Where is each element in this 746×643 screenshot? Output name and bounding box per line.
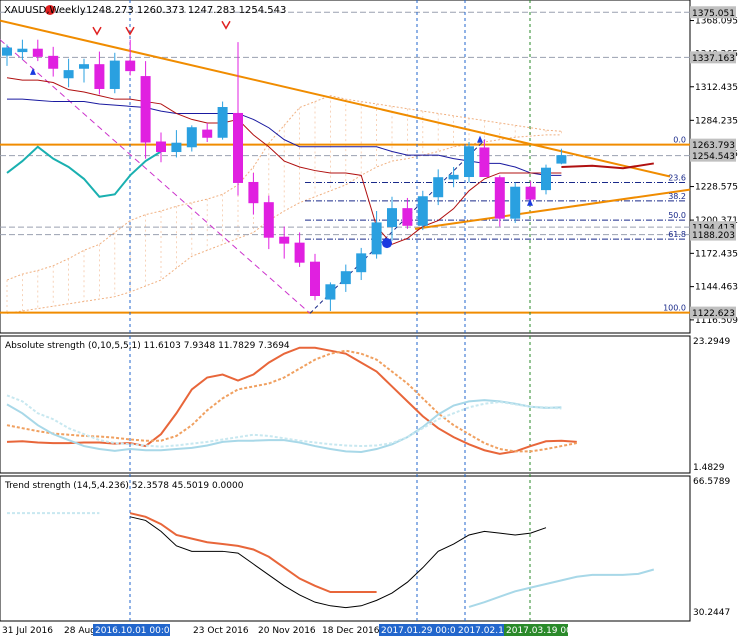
price-axis-tick: 1144.463 (695, 283, 738, 293)
price-axis-tick: 1312.435 (695, 83, 738, 93)
candle-body (63, 70, 74, 79)
price-label: 1375.051 (692, 9, 735, 19)
x-tick-6: 2017.01.29 00:00 (381, 626, 462, 636)
trend-strength-panel-frame (0, 475, 691, 622)
fib-level-label: 38.2 (668, 192, 686, 201)
x-tick-2: 2016.10.01 00:00 (95, 626, 176, 636)
absolute-strength-title: Absolute strength (0,10,5,5,1) 11.6103 7… (5, 341, 290, 351)
price-label: 1337.163 (692, 54, 735, 64)
candle-body (417, 196, 428, 226)
candle-body (510, 186, 521, 219)
candle-body (494, 177, 505, 219)
fib-level-label: 50.0 (668, 211, 686, 220)
price-axis-tick: 1172.435 (695, 249, 738, 259)
time-axis: 31 Jul 2016 28 Aug 2016 2016.10.01 00:00… (2, 624, 587, 636)
ohlc-readout: 1248.273 1260.373 1247.283 1254.543 (86, 5, 286, 16)
candle-body (371, 222, 382, 255)
price-axis-tick: 1228.575 (695, 183, 738, 193)
candle-body (479, 147, 490, 178)
candle-body (448, 174, 459, 180)
candle-body (279, 236, 290, 244)
candle-body (310, 261, 320, 296)
candle-body (156, 141, 166, 153)
candle-body (525, 186, 536, 200)
price-labels: 1375.0511337.1631263.7931254.5431194.413… (690, 6, 736, 319)
trend-axis-top: 66.5789 (693, 477, 730, 487)
price-label: 1263.793 (692, 141, 735, 151)
candle-body (556, 155, 567, 164)
candle-body (202, 129, 213, 138)
candle-body (79, 64, 89, 69)
fib-level-label: 0.0 (673, 136, 686, 145)
chart-window: XAUUSD,Weekly 1248.273 1260.373 1247.283… (0, 0, 746, 639)
candle-body (464, 146, 474, 178)
candle-body (109, 60, 120, 89)
candle-body (356, 253, 367, 273)
candle-body (433, 177, 444, 198)
abs-axis-bottom: 1.4829 (693, 463, 725, 473)
candle-body (17, 48, 28, 53)
candle-body (233, 112, 243, 183)
fib-level-label: 61.8 (668, 230, 686, 239)
candle-body (125, 60, 136, 72)
trend-strength-title: Trend strength (14,5,4.236) 52.3578 45.5… (4, 481, 244, 491)
x-tick-8: 2017.03.19 00:00 (506, 626, 587, 636)
x-tick-3: 23 Oct 2016 (193, 626, 249, 636)
price-label: 1254.543 (692, 152, 735, 162)
candle-body (402, 208, 413, 226)
candle-body (94, 64, 105, 89)
candle-body (248, 181, 259, 204)
candle-body (294, 242, 305, 263)
candle-body (263, 202, 274, 238)
candle-body (340, 271, 351, 285)
symbol-label: XAUUSD,Weekly (4, 5, 86, 16)
fib-level-label: 23.6 (668, 173, 686, 182)
candle-body (32, 48, 43, 57)
candle-body (387, 208, 397, 227)
x-tick-4: 20 Nov 2016 (258, 626, 316, 636)
chart-canvas[interactable]: XAUUSD,Weekly 1248.273 1260.373 1247.283… (0, 0, 746, 639)
candle-body (217, 107, 228, 138)
price-label: 1122.623 (692, 309, 735, 319)
fib-level-label: 100.0 (663, 304, 686, 313)
candle-body (171, 142, 182, 153)
trend-axis-bottom: 30.2447 (693, 608, 730, 618)
x-tick-5: 18 Dec 2016 (322, 626, 380, 636)
price-axis-tick: 1284.235 (695, 116, 738, 126)
x-tick-0: 31 Jul 2016 (2, 626, 53, 636)
candle-body (325, 284, 336, 300)
candle-body (48, 55, 59, 69)
candle-body (140, 76, 151, 143)
price-label: 1188.203 (692, 231, 735, 241)
abs-axis-top: 23.2949 (693, 337, 730, 347)
candle-body (541, 167, 551, 191)
candle-body (186, 127, 197, 148)
signal-dot (382, 238, 392, 249)
candle-body (2, 47, 12, 56)
absolute-strength-panel-frame (0, 335, 691, 474)
